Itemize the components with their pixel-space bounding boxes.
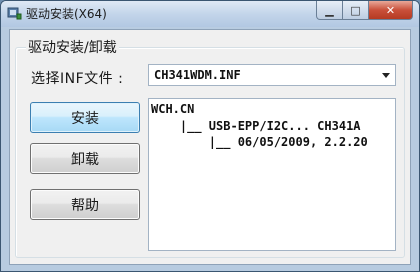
tree-line-version: |__ 06/05/2009, 2.2.20 [151,135,368,149]
maximize-icon: □ [350,3,361,17]
chevron-down-icon[interactable] [382,73,390,78]
close-icon: ✕ [385,3,396,17]
title-bar[interactable]: 驱动安装(X64) ▁ □ ✕ [1,1,419,27]
window-title: 驱动安装(X64) [26,7,107,21]
close-button[interactable]: ✕ [369,1,413,20]
tree-line-vendor: WCH.CN [151,102,195,116]
driver-info-panel[interactable]: WCH.CN |__ USB-EPP/I2C... CH341A |__ 06/… [148,98,396,251]
usb-app-icon [7,7,22,20]
groupbox-label: 驱动安装/卸载 [26,37,119,57]
install-button[interactable]: 安装 [30,102,140,133]
inf-file-label: 选择INF文件 : [31,71,124,87]
inf-file-dropdown[interactable]: CH341WDM.INF [148,64,396,86]
tree-line-device: |__ USB-EPP/I2C... CH341A [151,119,361,133]
caption-buttons: ▁ □ ✕ [316,1,413,21]
help-button[interactable]: 帮助 [30,189,140,220]
maximize-button[interactable]: □ [343,1,369,20]
uninstall-button[interactable]: 卸载 [30,143,140,174]
minimize-icon: ▁ [325,3,334,17]
driver-install-window: 驱动安装(X64) ▁ □ ✕ 驱动安装/卸载 选择INF文件 : CH341W… [0,0,420,272]
client-area: 驱动安装/卸载 选择INF文件 : CH341WDM.INF 安装 卸载 帮助 … [9,29,411,265]
inf-file-selected: CH341WDM.INF [154,68,241,82]
minimize-button[interactable]: ▁ [316,1,343,20]
